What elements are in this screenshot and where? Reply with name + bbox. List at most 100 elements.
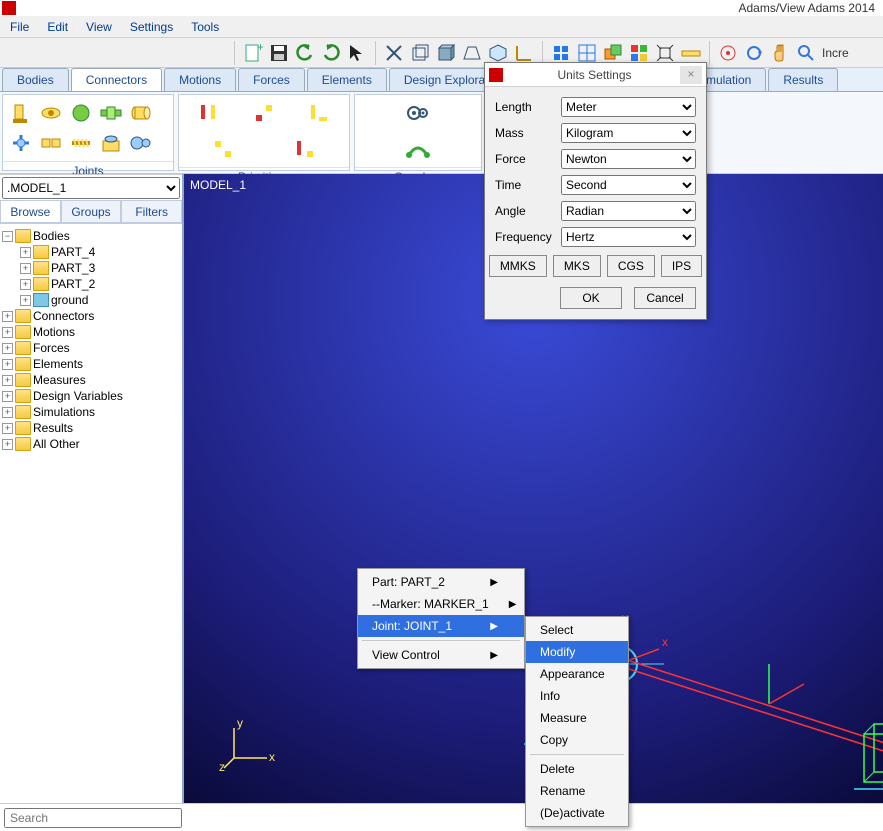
undo-icon[interactable] — [293, 41, 317, 65]
menu-tools[interactable]: Tools — [183, 18, 227, 36]
select-icon[interactable] — [345, 41, 369, 65]
tree-results[interactable]: Results — [33, 421, 73, 435]
joint-constant-velocity-icon[interactable] — [39, 131, 63, 155]
force-select[interactable]: Newton — [561, 149, 696, 169]
tree-elements[interactable]: Elements — [33, 357, 83, 371]
mks-button[interactable]: MKS — [553, 255, 601, 277]
model-tree[interactable]: −Bodies +PART_4 +PART_3 +PART_2 +ground … — [0, 224, 182, 803]
tree-part2[interactable]: PART_2 — [51, 277, 95, 291]
ctx-appearance[interactable]: Appearance — [526, 663, 628, 685]
snap-icon[interactable] — [549, 41, 573, 65]
joint-hooke-icon[interactable] — [9, 131, 33, 155]
pan-icon[interactable] — [768, 41, 792, 65]
tree-forces[interactable]: Forces — [33, 341, 70, 355]
ctx-modify[interactable]: Modify — [526, 641, 628, 663]
tree-designvars[interactable]: Design Variables — [33, 389, 123, 403]
time-select[interactable]: Second — [561, 175, 696, 195]
ctx-deactivate[interactable]: (De)activate — [526, 802, 628, 824]
sidebar-tab-filters[interactable]: Filters — [121, 200, 182, 223]
menu-settings[interactable]: Settings — [122, 18, 181, 36]
expand-icon[interactable]: + — [2, 327, 13, 338]
joint-translational-icon[interactable] — [99, 101, 123, 125]
depth-icon[interactable] — [601, 41, 625, 65]
expand-icon[interactable]: + — [2, 423, 13, 434]
primitive-perpendicular-icon[interactable] — [293, 137, 317, 161]
ctx-joint[interactable]: Joint: JOINT_1▶ — [358, 615, 524, 637]
tab-bodies[interactable]: Bodies — [2, 68, 69, 91]
menu-edit[interactable]: Edit — [39, 18, 76, 36]
joint-spherical-icon[interactable] — [69, 101, 93, 125]
expand-icon[interactable]: + — [2, 375, 13, 386]
perspective-icon[interactable] — [460, 41, 484, 65]
tree-allother[interactable]: All Other — [33, 437, 80, 451]
ctx-rename[interactable]: Rename — [526, 780, 628, 802]
expand-icon[interactable]: + — [2, 391, 13, 402]
ctx-copy[interactable]: Copy — [526, 729, 628, 751]
ok-button[interactable]: OK — [560, 287, 622, 309]
angle-select[interactable]: Radian — [561, 201, 696, 221]
new-icon[interactable]: + — [241, 41, 265, 65]
tree-simulations[interactable]: Simulations — [33, 405, 95, 419]
axis-icon[interactable] — [512, 41, 536, 65]
tab-connectors[interactable]: Connectors — [71, 68, 162, 91]
expand-icon[interactable]: + — [20, 247, 31, 258]
tree-part4[interactable]: PART_4 — [51, 245, 95, 259]
tab-forces[interactable]: Forces — [238, 68, 305, 91]
joint-cylindrical-icon[interactable] — [129, 101, 153, 125]
coupler-gear-icon[interactable] — [406, 101, 430, 125]
ctx-view-control[interactable]: View Control▶ — [358, 644, 524, 666]
shaded-icon[interactable] — [434, 41, 458, 65]
primitive-inline-icon[interactable] — [197, 101, 221, 125]
menu-file[interactable]: File — [2, 18, 37, 36]
zoom-icon[interactable] — [794, 41, 818, 65]
search-input[interactable] — [4, 808, 182, 828]
expand-icon[interactable]: + — [2, 343, 13, 354]
joint-planar-icon[interactable] — [99, 131, 123, 155]
primitive-parallel-icon[interactable] — [211, 137, 235, 161]
tab-motions[interactable]: Motions — [164, 68, 236, 91]
model-dropdown[interactable]: .MODEL_1 — [2, 177, 180, 199]
tree-part3[interactable]: PART_3 — [51, 261, 95, 275]
cgs-button[interactable]: CGS — [607, 255, 655, 277]
close-icon[interactable]: × — [680, 66, 702, 84]
ctx-part[interactable]: Part: PART_2▶ — [358, 571, 524, 593]
tree-ground[interactable]: ground — [51, 293, 88, 307]
tool-icon[interactable] — [382, 41, 406, 65]
tab-elements[interactable]: Elements — [307, 68, 387, 91]
ctx-measure[interactable]: Measure — [526, 707, 628, 729]
ctx-marker[interactable]: --Marker: MARKER_1▶ — [358, 593, 524, 615]
expand-icon[interactable]: + — [2, 311, 13, 322]
tree-measures[interactable]: Measures — [33, 373, 86, 387]
ctx-info[interactable]: Info — [526, 685, 628, 707]
fit-icon[interactable] — [653, 41, 677, 65]
iso-icon[interactable] — [486, 41, 510, 65]
ctx-delete[interactable]: Delete — [526, 758, 628, 780]
mass-select[interactable]: Kilogram — [561, 123, 696, 143]
tree-motions[interactable]: Motions — [33, 325, 75, 339]
save-icon[interactable] — [267, 41, 291, 65]
joint-revolute-icon[interactable] — [39, 101, 63, 125]
grid-icon[interactable] — [575, 41, 599, 65]
expand-icon[interactable]: + — [20, 279, 31, 290]
cancel-button[interactable]: Cancel — [634, 287, 696, 309]
tree-connectors[interactable]: Connectors — [33, 309, 94, 323]
expand-icon[interactable]: + — [2, 359, 13, 370]
collapse-icon[interactable]: − — [2, 231, 13, 242]
sidebar-tab-browse[interactable]: Browse — [0, 200, 61, 223]
length-select[interactable]: Meter — [561, 97, 696, 117]
coupler-joint-icon[interactable] — [406, 137, 430, 161]
expand-icon[interactable]: + — [2, 439, 13, 450]
wireframe-icon[interactable] — [408, 41, 432, 65]
redo-icon[interactable] — [319, 41, 343, 65]
color-icon[interactable] — [627, 41, 651, 65]
ctx-select[interactable]: Select — [526, 619, 628, 641]
expand-icon[interactable]: + — [2, 407, 13, 418]
target-icon[interactable] — [716, 41, 740, 65]
frequency-select[interactable]: Hertz — [561, 227, 696, 247]
joint-fixed-icon[interactable] — [9, 101, 33, 125]
ips-button[interactable]: IPS — [661, 255, 702, 277]
dialog-titlebar[interactable]: Units Settings × — [485, 63, 706, 87]
tree-bodies[interactable]: Bodies — [33, 229, 70, 243]
tab-results[interactable]: Results — [768, 68, 838, 91]
joint-screw-icon[interactable] — [69, 131, 93, 155]
